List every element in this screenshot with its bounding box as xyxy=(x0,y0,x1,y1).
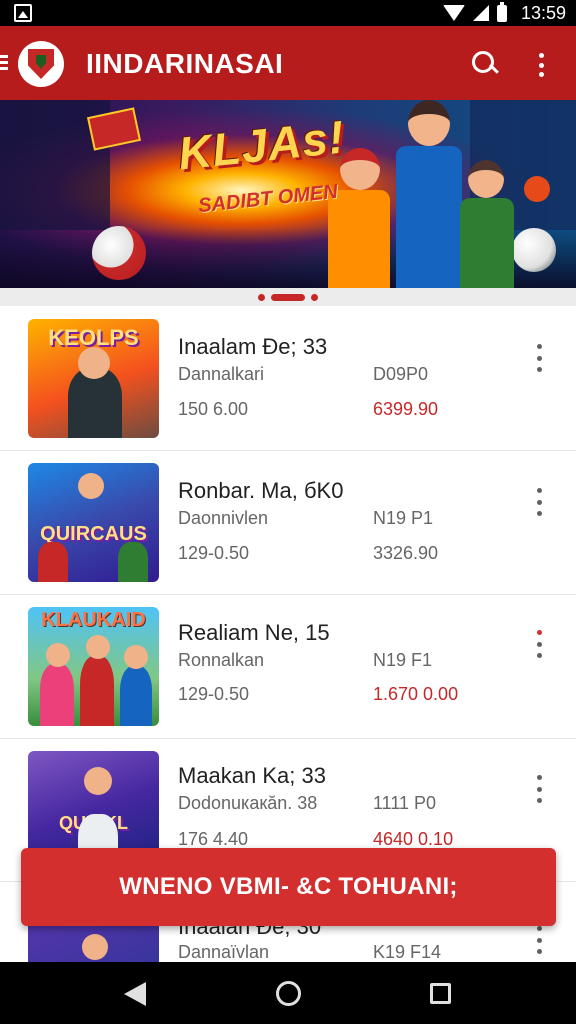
list-item[interactable]: KLAUKAID Realiam Ne, 15 Ronnalkan N19 F1… xyxy=(0,596,576,739)
item-meta: D09P0 xyxy=(373,364,429,384)
banner-ball-orange xyxy=(524,176,550,202)
item-more-icon[interactable] xyxy=(534,775,544,803)
banner-character-kid xyxy=(452,160,522,288)
item-subtitle: Dannalkari xyxy=(178,364,265,384)
back-icon[interactable] xyxy=(124,982,146,1006)
item-thumbnail: KEOLPS xyxy=(28,319,159,438)
item-more-icon[interactable] xyxy=(534,630,544,658)
item-date: 176 4.40 xyxy=(178,829,249,849)
item-meta: N19 F1 xyxy=(373,650,433,670)
item-more-icon[interactable] xyxy=(534,488,544,516)
item-subtitle: Daonnivlen xyxy=(178,508,269,528)
more-options-icon[interactable] xyxy=(532,53,550,77)
signal-icon xyxy=(472,5,489,21)
cta-button[interactable]: WNENO VBMI- &C TOHUANI; xyxy=(21,848,556,926)
item-meta: N19 P1 xyxy=(373,508,434,528)
item-price: 4640 0.10 xyxy=(373,829,454,849)
status-bar: 13:59 xyxy=(0,0,576,26)
item-title: Maakan Ka; 33 xyxy=(178,763,326,788)
item-more-icon[interactable] xyxy=(534,344,544,372)
carousel-indicator xyxy=(0,288,576,306)
item-more-icon[interactable] xyxy=(534,926,544,954)
carousel-dot[interactable] xyxy=(258,293,265,301)
menu-icon[interactable] xyxy=(0,55,8,71)
banner-ball-left xyxy=(92,226,146,280)
item-meta: 1111 P0 xyxy=(373,793,437,813)
item-thumbnail: KLAUKAID xyxy=(28,607,159,726)
item-date: 129-0.50 xyxy=(178,684,250,704)
item-subtitle: Ronnalkan xyxy=(178,650,265,670)
status-icons: 13:59 xyxy=(442,1,566,23)
shield-icon xyxy=(28,49,54,79)
app-bar: IINDARINASAI xyxy=(0,26,576,100)
list-item[interactable]: KEOLPS Inaalam Ðe; 33 Dannalkari D09P0 1… xyxy=(0,308,576,451)
system-nav-bar xyxy=(0,962,576,1024)
battery-icon xyxy=(496,1,507,22)
wifi-icon xyxy=(442,5,465,21)
status-time: 13:59 xyxy=(520,2,566,23)
recents-icon[interactable] xyxy=(430,983,451,1004)
list-item[interactable]: QUIRCAUS Ronbar. Ma, бK0 Daonnivlen N19 … xyxy=(0,452,576,595)
carousel-dot-active[interactable] xyxy=(271,293,305,301)
item-title: Inaalam Ðe; 33 xyxy=(178,334,328,359)
item-title: Realiam Ne, 15 xyxy=(178,620,330,645)
item-subtitle: Dannaïvlan xyxy=(178,942,270,962)
home-icon[interactable] xyxy=(276,981,301,1006)
item-price: 1.670 0.00 xyxy=(373,684,459,704)
app-title: IINDARINASAI xyxy=(86,48,284,79)
gallery-notification-icon xyxy=(14,4,32,22)
item-date: 150 6.00 xyxy=(178,399,249,419)
item-thumbnail: QUIRCAUS xyxy=(28,463,159,582)
thumbnail-label: KLAUKAID xyxy=(41,609,146,631)
item-title: Ronbar. Ma, бK0 xyxy=(178,478,344,503)
item-price: 3326.90 xyxy=(373,543,439,563)
item-price: 6399.90 xyxy=(373,399,439,419)
search-icon[interactable] xyxy=(472,51,498,77)
app-logo xyxy=(18,41,64,87)
promo-banner[interactable]: KLJAs! SADIBT OMEN xyxy=(0,100,576,288)
carousel-dot[interactable] xyxy=(311,293,318,301)
item-date: 129-0.50 xyxy=(178,543,250,563)
item-subtitle: Dodonuкакăn. 38 xyxy=(178,793,318,813)
item-meta: K19 F14 xyxy=(373,942,442,962)
